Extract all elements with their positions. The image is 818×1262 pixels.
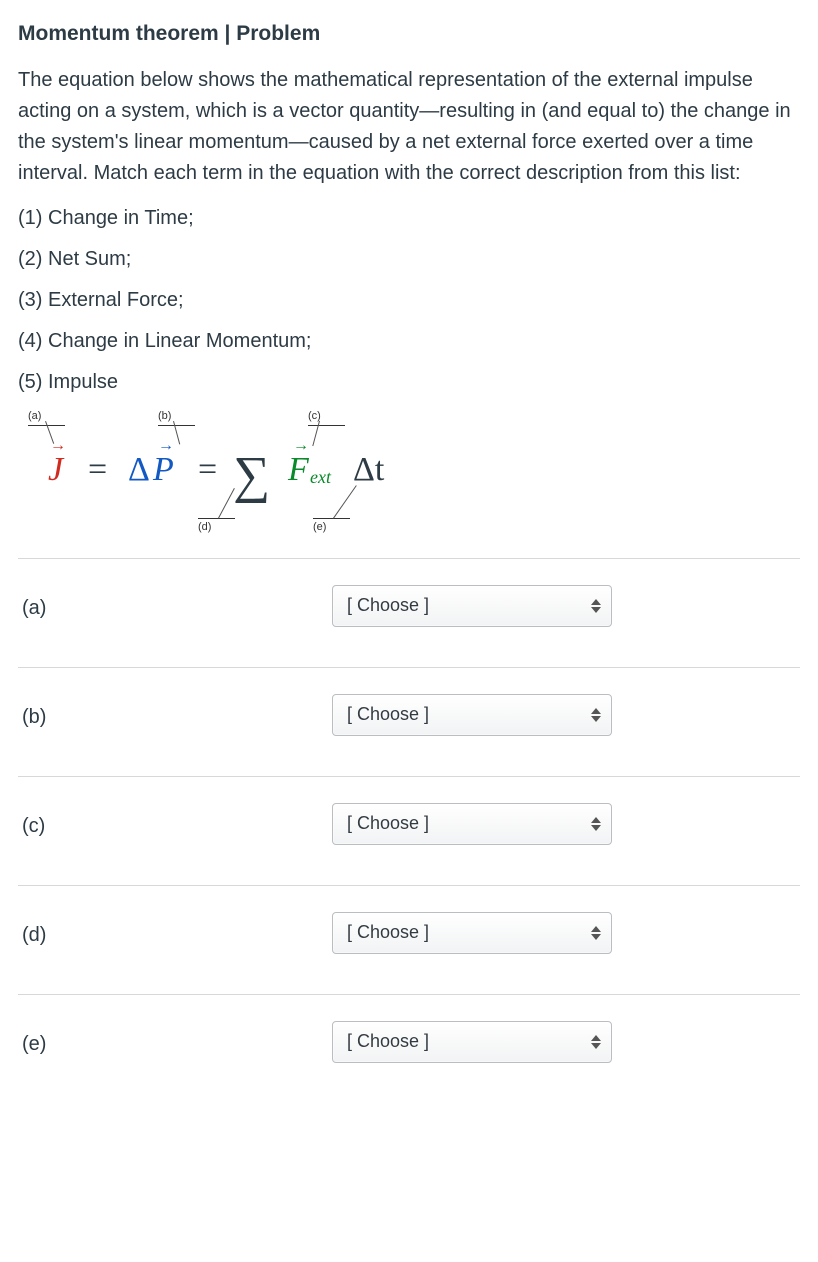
- row-label: (c): [18, 803, 332, 842]
- answer-row-d: (d) [ Choose ]: [18, 886, 800, 995]
- eq-label-d: (d): [198, 518, 235, 536]
- choose-dropdown-e[interactable]: [ Choose ]: [332, 1021, 612, 1063]
- term-sigma: ∑: [233, 436, 270, 517]
- list-item-1: (1) Change in Time;: [18, 203, 800, 234]
- dropdown-placeholder: [ Choose ]: [347, 701, 429, 729]
- stepper-icon: [591, 817, 601, 831]
- stepper-icon: [591, 708, 601, 722]
- term-p: P: [153, 444, 174, 497]
- list-item-3: (3) External Force;: [18, 285, 800, 316]
- row-label: (a): [18, 585, 332, 624]
- answer-row-b: (b) [ Choose ]: [18, 668, 800, 777]
- choose-dropdown-b[interactable]: [ Choose ]: [332, 694, 612, 736]
- row-label: (d): [18, 912, 332, 951]
- eq-label-e: (e): [313, 518, 350, 536]
- dropdown-placeholder: [ Choose ]: [347, 1028, 429, 1056]
- stepper-icon: [591, 926, 601, 940]
- eq-label-b: (b): [158, 408, 195, 426]
- choose-dropdown-c[interactable]: [ Choose ]: [332, 803, 612, 845]
- equation-figure: (a) (b) (c) (d) (e) → J = Δ → P = ∑ → F …: [18, 408, 438, 538]
- term-j: J: [48, 444, 63, 497]
- term-f: F: [288, 444, 309, 497]
- dropdown-placeholder: [ Choose ]: [347, 592, 429, 620]
- page-title: Momentum theorem | Problem: [18, 18, 800, 51]
- eq-label-c: (c): [308, 408, 345, 426]
- answer-row-e: (e) [ Choose ]: [18, 995, 800, 1073]
- list-item-2: (2) Net Sum;: [18, 244, 800, 275]
- term-delta: Δ: [128, 444, 150, 497]
- answer-row-a: (a) [ Choose ]: [18, 559, 800, 668]
- dropdown-placeholder: [ Choose ]: [347, 919, 429, 947]
- equals-2: =: [198, 444, 217, 497]
- choose-dropdown-d[interactable]: [ Choose ]: [332, 912, 612, 954]
- list-item-4: (4) Change in Linear Momentum;: [18, 326, 800, 357]
- list-item-5: (5) Impulse: [18, 367, 800, 398]
- stepper-icon: [591, 1035, 601, 1049]
- row-label: (e): [18, 1021, 332, 1060]
- equals-1: =: [88, 444, 107, 497]
- choose-dropdown-a[interactable]: [ Choose ]: [332, 585, 612, 627]
- stepper-icon: [591, 599, 601, 613]
- answer-row-c: (c) [ Choose ]: [18, 777, 800, 886]
- problem-prompt: The equation below shows the mathematica…: [18, 65, 800, 189]
- term-dt: Δt: [353, 444, 384, 497]
- answer-rows: (a) [ Choose ] (b) [ Choose ] (c) [ Choo…: [18, 558, 800, 1073]
- term-f-sub: ext: [310, 464, 331, 492]
- row-label: (b): [18, 694, 332, 733]
- dropdown-placeholder: [ Choose ]: [347, 810, 429, 838]
